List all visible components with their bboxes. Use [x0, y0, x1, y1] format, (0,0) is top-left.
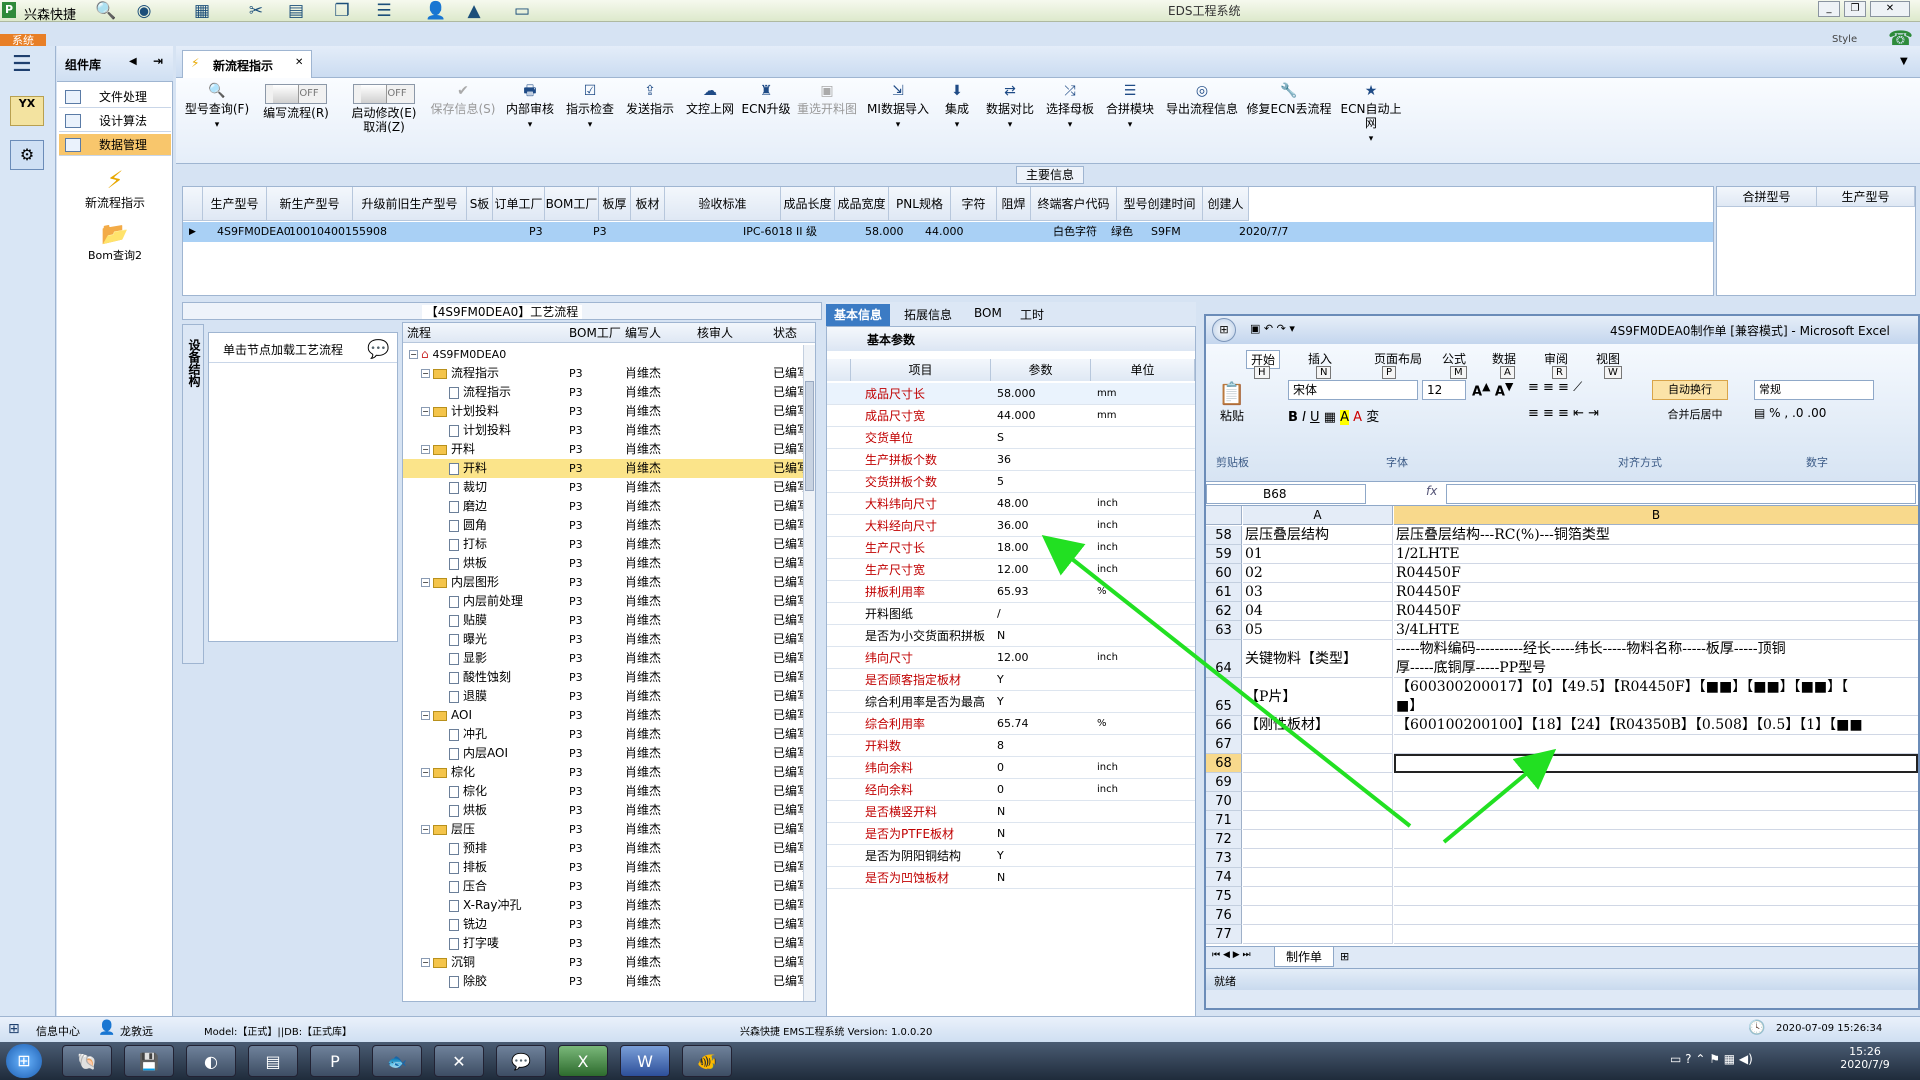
start-button[interactable]: ⊞ — [6, 1044, 42, 1078]
chat-icon[interactable]: 💬 — [496, 1045, 546, 1077]
current-user: 龙敦远 — [120, 1025, 153, 1038]
tray-clock[interactable]: 15:26 2020/7/9 — [1830, 1045, 1900, 1071]
save-disk-icon[interactable]: 💾 — [124, 1045, 174, 1077]
windows-grid-icon[interactable]: ⊞ — [8, 1021, 20, 1037]
word-taskbar-icon[interactable]: W — [620, 1045, 670, 1077]
annotation-arrow — [1442, 748, 1557, 844]
eds-app-icon[interactable]: P — [310, 1045, 360, 1077]
model-db: Model:【正式】||DB:【正式库】 — [204, 1027, 353, 1038]
clock-icon: 🕓 — [1748, 1020, 1766, 1036]
info-center[interactable]: 信息中心 — [36, 1023, 80, 1039]
fish2-icon[interactable]: 🐠 — [682, 1045, 732, 1077]
status-bar: ⊞ 信息中心 👤 龙敦远 Model:【正式】||DB:【正式库】 兴森快捷 E… — [0, 1016, 1920, 1042]
status-datetime: 2020-07-09 15:26:34 — [1776, 1023, 1883, 1034]
fish-icon[interactable]: 🐟 — [372, 1045, 422, 1077]
shell-icon[interactable]: 🐚 — [62, 1045, 112, 1077]
user-icon: 👤 — [98, 1020, 116, 1036]
taskbar: ⊞ 🐚 💾 ◐ ▤ P 🐟 ✕ 💬 X W 🐠 ▭ ? ⌃ ⚑ ▦ ◀) 15:… — [0, 1042, 1920, 1080]
tray-icons[interactable]: ▭ ? ⌃ ⚑ ▦ ◀) — [1670, 1052, 1753, 1066]
red-app-icon[interactable]: ◐ — [186, 1045, 236, 1077]
notepad-icon[interactable]: ▤ — [248, 1045, 298, 1077]
annotation-arrows — [1041, 535, 1557, 844]
excel-taskbar-icon[interactable]: X — [558, 1045, 608, 1077]
tray-date: 2020/7/9 — [1840, 1058, 1890, 1071]
version-text: 兴森快捷 EMS工程系统 Version: 1.0.0.20 — [740, 1027, 933, 1038]
tray-time: 15:26 — [1849, 1045, 1881, 1058]
x-app-icon[interactable]: ✕ — [434, 1045, 484, 1077]
annotation-arrow — [1041, 535, 1412, 828]
